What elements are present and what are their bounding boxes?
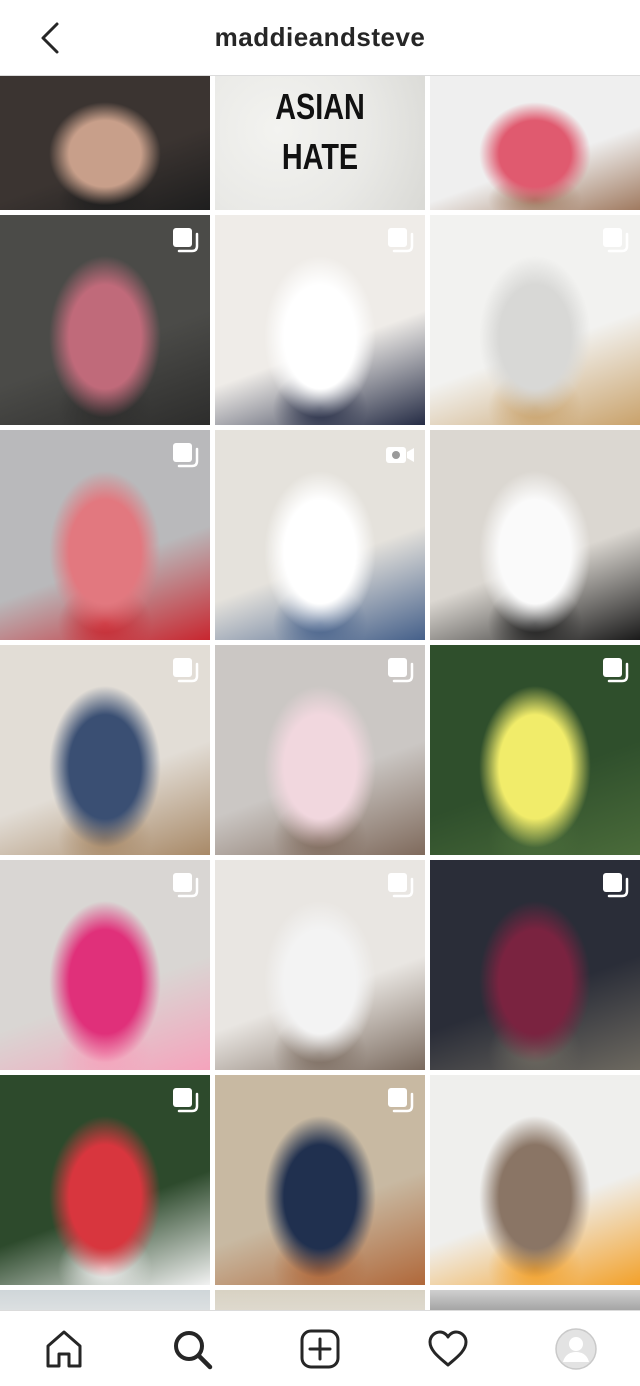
post-thumbnail[interactable]: [0, 860, 210, 1070]
carousel-icon: [173, 1088, 199, 1113]
post-thumbnail[interactable]: [215, 645, 425, 855]
carousel-icon: [388, 228, 414, 253]
heart-icon: [428, 1330, 468, 1367]
carousel-icon: [173, 658, 199, 683]
post-thumbnail[interactable]: [430, 430, 640, 640]
post-thumbnail[interactable]: [0, 76, 210, 210]
post-thumbnail[interactable]: [215, 1290, 425, 1310]
carousel-icon: [388, 873, 414, 898]
post-thumbnail[interactable]: [215, 1075, 425, 1285]
nav-create[interactable]: [296, 1325, 344, 1373]
carousel-icon: [603, 658, 629, 683]
nav-activity[interactable]: [424, 1325, 472, 1373]
post-thumbnail[interactable]: [0, 645, 210, 855]
bottom-nav: [0, 1310, 640, 1386]
plus-square-icon: [300, 1329, 340, 1369]
post-thumbnail[interactable]: [430, 76, 640, 210]
post-thumbnail[interactable]: [430, 645, 640, 855]
post-thumbnail[interactable]: [215, 215, 425, 425]
post-thumbnail[interactable]: ASIAN HATE: [215, 76, 425, 210]
nav-home[interactable]: [40, 1325, 88, 1373]
carousel-icon: [173, 873, 199, 898]
nav-profile[interactable]: [552, 1325, 600, 1373]
carousel-icon: [603, 228, 629, 253]
post-thumbnail[interactable]: [0, 1290, 210, 1310]
carousel-icon: [173, 228, 199, 253]
carousel-icon: [388, 1088, 414, 1113]
post-grid: ASIAN HATE: [0, 76, 640, 1310]
post-thumbnail[interactable]: [430, 215, 640, 425]
chevron-left-icon: [41, 22, 59, 54]
post-thumbnail[interactable]: [0, 1075, 210, 1285]
post-thumbnail[interactable]: [215, 430, 425, 640]
video-icon: [386, 447, 414, 463]
post-caption-text: HATE: [281, 136, 359, 177]
post-thumbnail[interactable]: [215, 860, 425, 1070]
post-thumbnail[interactable]: [430, 1290, 640, 1310]
home-icon: [46, 1330, 82, 1368]
profile-username: maddieandsteve: [214, 22, 426, 52]
nav-search[interactable]: [168, 1325, 216, 1373]
top-bar: maddieandsteve: [0, 0, 640, 76]
post-thumbnail[interactable]: [0, 430, 210, 640]
post-thumbnail[interactable]: [430, 1075, 640, 1285]
back-button[interactable]: [30, 18, 70, 58]
post-thumbnail[interactable]: [0, 215, 210, 425]
post-caption-text: ASIAN: [275, 86, 365, 127]
carousel-icon: [173, 443, 199, 468]
avatar-icon: [555, 1328, 597, 1370]
carousel-icon: [603, 873, 629, 898]
carousel-icon: [388, 658, 414, 683]
post-thumbnail[interactable]: [430, 860, 640, 1070]
search-icon: [174, 1331, 213, 1370]
